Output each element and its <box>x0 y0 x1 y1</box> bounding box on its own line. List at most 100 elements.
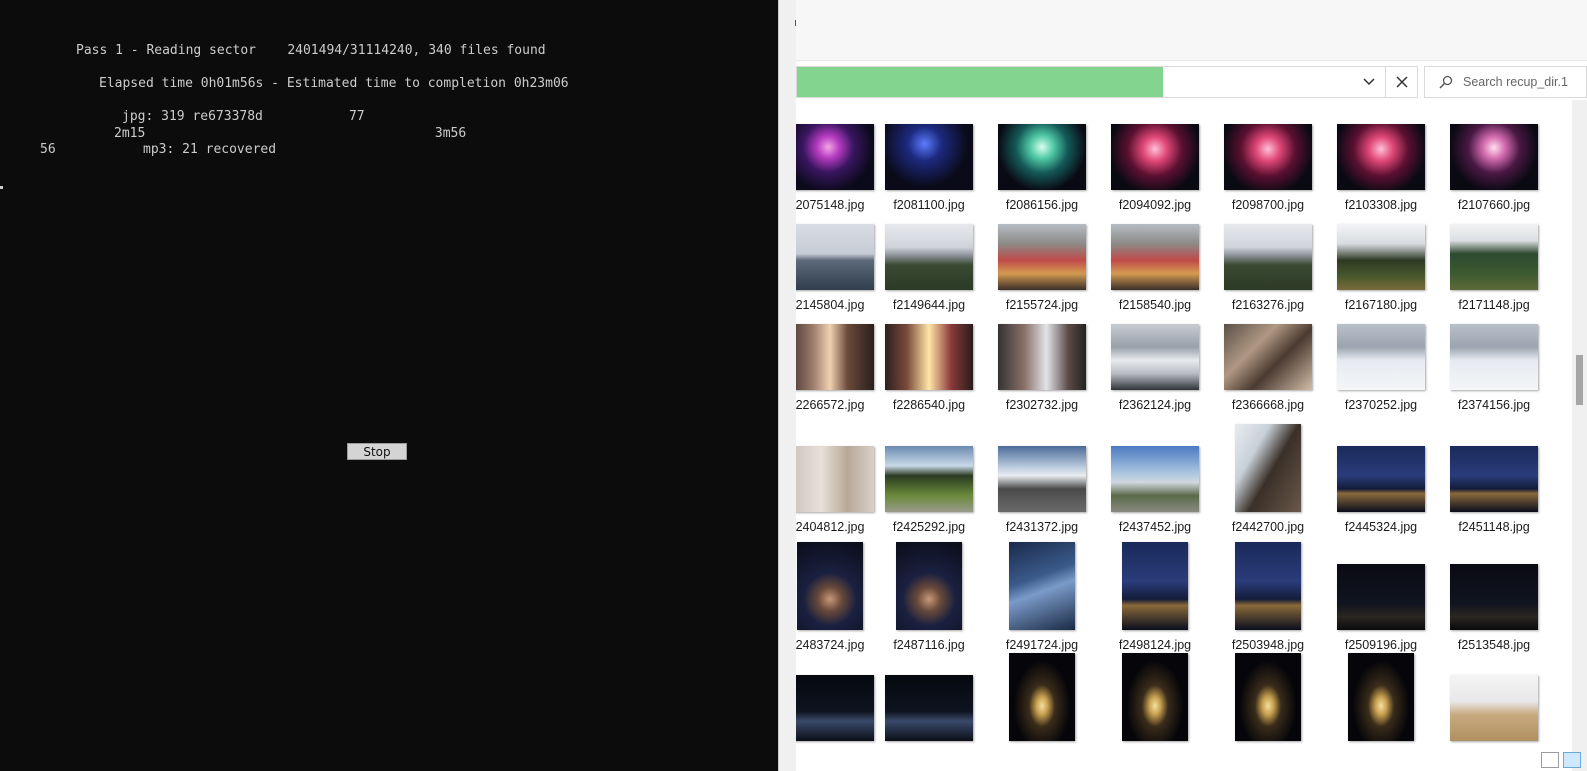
file-item[interactable]: f2445324.jpg <box>1325 420 1437 542</box>
file-item[interactable]: f2431372.jpg <box>986 420 1098 542</box>
file-thumbnail <box>1450 564 1538 630</box>
file-name: f2431372.jpg <box>1005 520 1079 534</box>
file-item[interactable]: f2437452.jpg <box>1099 420 1211 542</box>
file-name: f2366668.jpg <box>1231 398 1305 412</box>
file-item[interactable]: f2302732.jpg <box>986 300 1098 420</box>
file-thumbnail <box>885 224 973 290</box>
file-item[interactable]: f2374156.jpg <box>1438 300 1550 420</box>
scrollbar-thumb[interactable] <box>1576 355 1583 405</box>
view-switcher <box>1541 752 1587 771</box>
file-explorer-window: Search recup_dir.1 2075148.jpg f2081100.j… <box>796 0 1587 771</box>
console-elapsed-line: Elapsed time 0h01m56s - Estimated time t… <box>99 76 569 91</box>
file-item[interactable]: f2498124.jpg <box>1099 542 1211 660</box>
file-thumbnail <box>1235 424 1301 512</box>
address-progress-fill <box>797 67 1163 97</box>
file-name: f2513548.jpg <box>1457 638 1531 652</box>
file-thumbnail <box>896 542 962 630</box>
file-thumbnail <box>1111 124 1199 190</box>
file-thumbnail <box>1450 675 1538 741</box>
file-thumbnail <box>885 124 973 190</box>
console-count: 56 <box>40 142 56 157</box>
file-name: f2509196.jpg <box>1344 638 1418 652</box>
screen: Pass 1 - Reading sector 2401494/31114240… <box>0 0 1587 771</box>
file-name: f2503948.jpg <box>1231 638 1305 652</box>
file-item[interactable]: f2491724.jpg <box>986 542 1098 660</box>
console-jpg-line: jpg: 319 re673378d 77 <box>122 109 365 124</box>
file-name: f2451148.jpg <box>1458 520 1530 534</box>
file-name: f2374156.jpg <box>1457 398 1531 412</box>
file-item[interactable]: f2442700.jpg <box>1212 420 1324 542</box>
file-thumbnail <box>885 324 973 390</box>
file-item[interactable] <box>873 660 985 771</box>
file-thumbnail <box>1122 653 1188 741</box>
file-thumbnail <box>1111 224 1199 290</box>
file-thumbnail <box>1337 564 1425 630</box>
file-thumbnail <box>797 542 863 630</box>
details-view-icon[interactable] <box>1541 752 1559 768</box>
window-divider <box>778 0 797 771</box>
large-icons-view-icon[interactable] <box>1563 752 1581 768</box>
file-name: f2302732.jpg <box>1005 398 1079 412</box>
file-grid: 2075148.jpg f2081100.jpg f2086156.jpg f2094… <box>796 100 1572 771</box>
console-mp3-line: mp3: 21 recovered <box>143 142 277 157</box>
file-thumbnail <box>796 675 874 741</box>
file-thumbnail <box>1111 446 1199 512</box>
file-thumbnail <box>1450 224 1538 290</box>
file-item[interactable] <box>1325 653 1437 771</box>
address-bar[interactable] <box>796 66 1418 98</box>
file-thumbnail <box>796 124 874 190</box>
file-item[interactable] <box>1099 653 1211 771</box>
file-name: f2370252.jpg <box>1344 398 1418 412</box>
file-thumbnail <box>1450 324 1538 390</box>
file-name: f2445324.jpg <box>1344 520 1418 534</box>
file-thumbnail <box>1450 446 1538 512</box>
file-item[interactable]: f2362124.jpg <box>1099 300 1211 420</box>
stop-button[interactable]: Stop <box>347 443 407 460</box>
file-item[interactable] <box>1212 653 1324 771</box>
file-name: f2487116.jpg <box>893 638 965 652</box>
chevron-down-icon[interactable] <box>1353 66 1385 98</box>
file-item[interactable]: f2451148.jpg <box>1438 420 1550 542</box>
file-name: f2442700.jpg <box>1231 520 1305 534</box>
file-thumbnail <box>1450 124 1538 190</box>
file-name: f2491724.jpg <box>1005 638 1079 652</box>
search-icon <box>1437 75 1455 89</box>
file-thumbnail <box>1111 324 1199 390</box>
file-item[interactable]: f2425292.jpg <box>873 420 985 542</box>
file-name: f2498124.jpg <box>1118 638 1192 652</box>
search-placeholder: Search recup_dir.1 <box>1463 75 1568 89</box>
file-thumbnail <box>998 446 1086 512</box>
file-thumbnail <box>885 675 973 741</box>
file-thumbnail <box>1235 653 1301 741</box>
file-thumbnail <box>998 324 1086 390</box>
file-item[interactable]: f2513548.jpg <box>1438 542 1550 660</box>
file-thumbnail <box>1348 653 1414 741</box>
file-name: f2286540.jpg <box>892 398 966 412</box>
file-item[interactable] <box>1438 660 1550 771</box>
console-time-line: 2m15 3m56 <box>114 126 467 141</box>
file-item[interactable]: f2286540.jpg <box>873 300 985 420</box>
file-item[interactable]: f2366668.jpg <box>1212 300 1324 420</box>
vertical-scrollbar[interactable] <box>1572 100 1587 771</box>
search-box[interactable]: Search recup_dir.1 <box>1424 66 1587 98</box>
file-item[interactable]: f2487116.jpg <box>873 542 985 660</box>
file-item[interactable]: f2370252.jpg <box>1325 300 1437 420</box>
text-cursor <box>0 186 3 189</box>
file-item[interactable]: f2509196.jpg <box>1325 542 1437 660</box>
file-thumbnail <box>998 124 1086 190</box>
file-thumbnail <box>1224 224 1312 290</box>
console-pass-line: Pass 1 - Reading sector 2401494/31114240… <box>76 43 546 58</box>
file-thumbnail <box>1224 324 1312 390</box>
file-name: f2362124.jpg <box>1118 398 1192 412</box>
file-name: f2437452.jpg <box>1118 520 1192 534</box>
file-thumbnail <box>885 446 973 512</box>
console-window[interactable]: Pass 1 - Reading sector 2401494/31114240… <box>0 0 778 771</box>
file-thumbnail <box>796 224 874 290</box>
explorer-ribbon <box>796 0 1587 61</box>
close-icon[interactable] <box>1385 66 1417 98</box>
file-item[interactable] <box>986 653 1098 771</box>
file-item[interactable]: f2503948.jpg <box>1212 542 1324 660</box>
file-thumbnail <box>1337 124 1425 190</box>
file-thumbnail <box>1337 446 1425 512</box>
file-thumbnail <box>1009 653 1075 741</box>
